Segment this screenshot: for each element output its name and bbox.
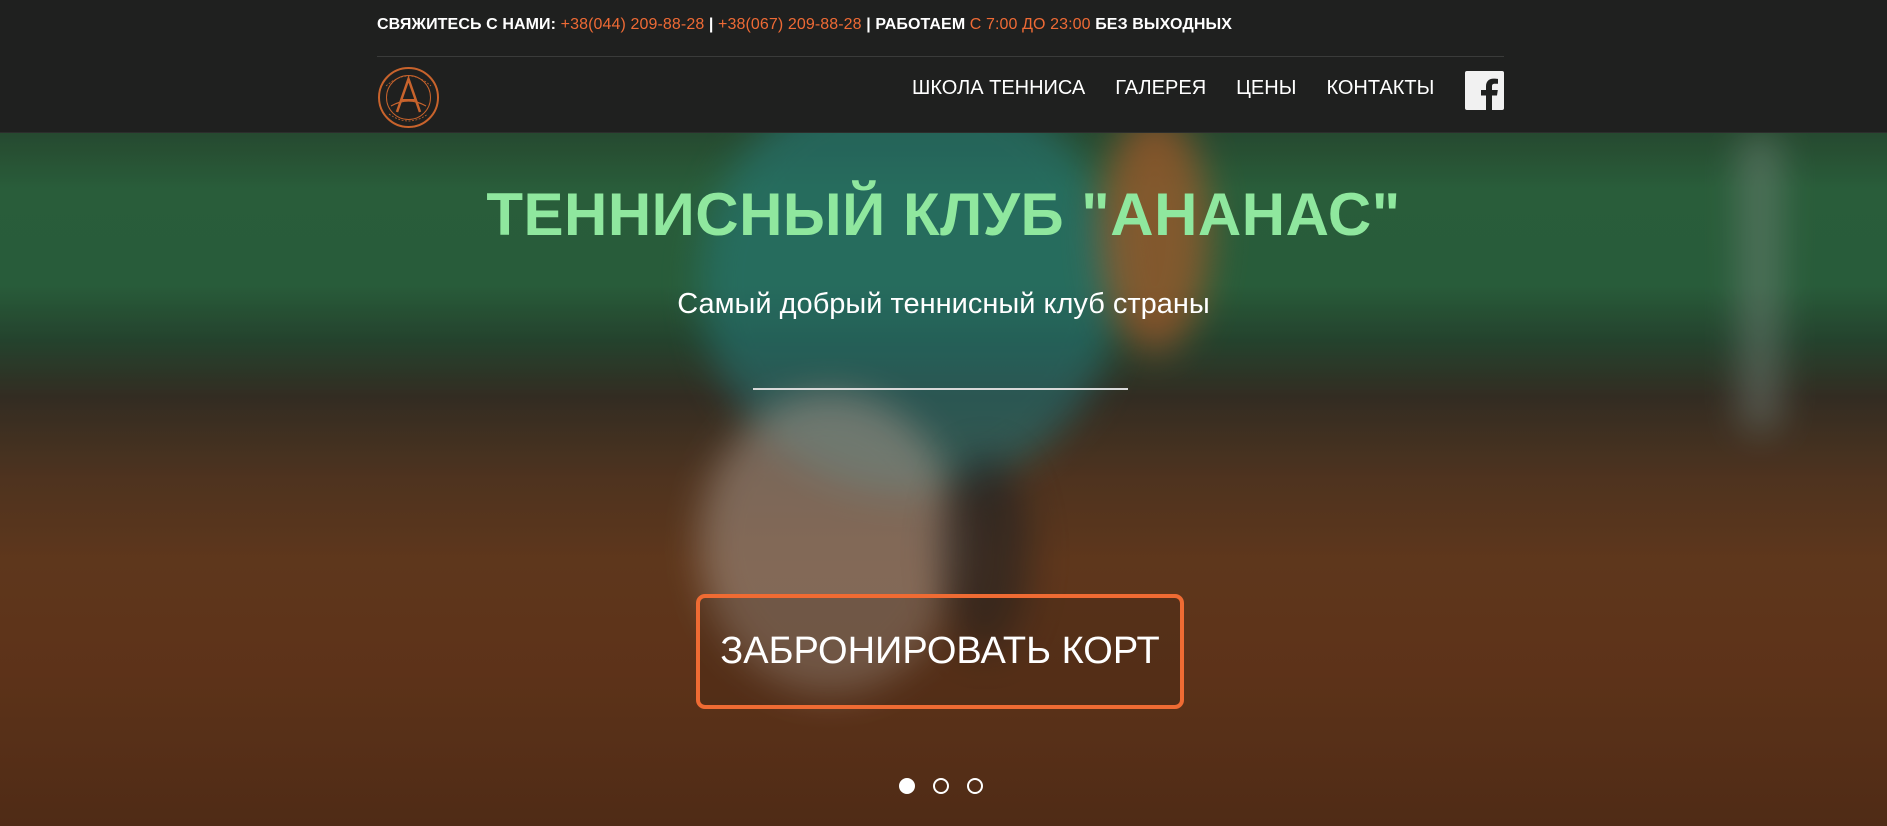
main-navbar: ШКОЛА ТЕННИСА ГАЛЕРЕЯ ЦЕНЫ КОНТАКТЫ <box>0 57 1887 133</box>
phone-1-link[interactable]: +38(044) 209-88-28 <box>561 16 705 33</box>
hero-subtitle: Самый добрый теннисный клуб страны <box>677 288 1210 320</box>
hero-title: ТЕННИСНЫЙ КЛУБ "АНАНАС" <box>486 181 1401 248</box>
hero-divider <box>753 388 1128 390</box>
contact-bar: СВЯЖИТЕСЬ С НАМИ: +38(044) 209-88-28 | +… <box>0 0 1887 57</box>
hero-slider: ТЕННИСНЫЙ КЛУБ "АНАНАС" Самый добрый тен… <box>0 133 1887 826</box>
slider-pagination <box>899 778 983 794</box>
slider-dot-3[interactable] <box>967 778 983 794</box>
nav-item-gallery[interactable]: ГАЛЕРЕЯ <box>1115 77 1206 100</box>
nav-item-prices[interactable]: ЦЕНЫ <box>1236 77 1296 100</box>
nav-item-tennis-school[interactable]: ШКОЛА ТЕННИСА <box>912 77 1085 100</box>
nav-menu: ШКОЛА ТЕННИСА ГАЛЕРЕЯ ЦЕНЫ КОНТАКТЫ <box>912 77 1464 100</box>
facebook-icon[interactable] <box>1465 71 1504 110</box>
contact-line: СВЯЖИТЕСЬ С НАМИ: +38(044) 209-88-28 | +… <box>377 16 1504 34</box>
club-logo[interactable] <box>377 66 440 129</box>
working-label: | РАБОТАЕМ <box>866 16 966 33</box>
slider-dot-2[interactable] <box>933 778 949 794</box>
separator: | <box>708 16 714 33</box>
phone-2-link[interactable]: +38(067) 209-88-28 <box>718 16 862 33</box>
slider-dot-1[interactable] <box>899 778 915 794</box>
logo-emblem-icon <box>378 67 439 128</box>
working-days: БЕЗ ВЫХОДНЫХ <box>1095 16 1233 33</box>
book-court-button[interactable]: ЗАБРОНИРОВАТЬ КОРТ <box>696 594 1184 709</box>
working-hours: С 7:00 ДО 23:00 <box>969 16 1091 33</box>
nav-item-contacts[interactable]: КОНТАКТЫ <box>1326 77 1434 100</box>
contact-label: СВЯЖИТЕСЬ С НАМИ: <box>377 16 557 33</box>
